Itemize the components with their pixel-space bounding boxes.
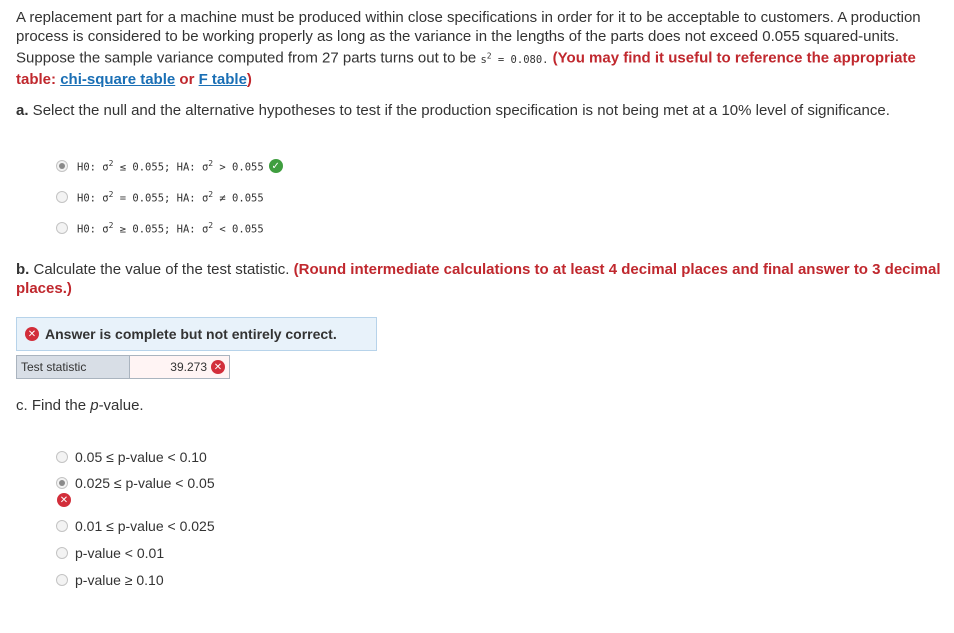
hypothesis-option-1[interactable]: H0: σ2 ≤ 0.055; HA: σ2 > 0.055 ✓ [56, 157, 283, 175]
hypothesis-label: H0: σ2 ≤ 0.055; HA: σ2 > 0.055 [77, 158, 264, 174]
problem-statement: A replacement part for a machine must be… [16, 9, 921, 88]
radio-button[interactable] [56, 547, 68, 559]
test-statistic-input[interactable]: 39.273 ✕ [130, 355, 230, 379]
hypothesis-option-3[interactable]: H0: σ2 ≥ 0.055; HA: σ2 < 0.055 [56, 219, 264, 237]
p-value-option-1[interactable]: 0.05 ≤ p-value < 0.10 [56, 448, 207, 466]
x-circle-icon: ✕ [25, 327, 39, 341]
test-statistic-label: Test statistic [16, 355, 130, 379]
radio-button[interactable] [56, 160, 68, 172]
hypothesis-label: H0: σ2 = 0.055; HA: σ2 ≠ 0.055 [77, 189, 264, 205]
radio-button[interactable] [56, 222, 68, 234]
p-value-option-2[interactable]: 0.025 ≤ p-value < 0.05 [56, 474, 215, 492]
radio-button[interactable] [56, 574, 68, 586]
p-value-option-5[interactable]: p-value ≥ 0.10 [56, 571, 164, 589]
p-value-option-label: 0.025 ≤ p-value < 0.05 [75, 475, 215, 491]
part-a-question: a. Select the null and the alternative h… [16, 102, 890, 119]
radio-button[interactable] [56, 477, 68, 489]
hypothesis-label: H0: σ2 ≥ 0.055; HA: σ2 < 0.055 [77, 220, 264, 236]
radio-button[interactable] [56, 451, 68, 463]
p-value-option-label: p-value ≥ 0.10 [75, 572, 164, 588]
p-value-option-label: p-value < 0.01 [75, 545, 165, 561]
check-circle-icon: ✓ [268, 159, 283, 173]
f-table-link[interactable]: F table [199, 71, 247, 88]
x-circle-icon: ✕ [211, 360, 225, 374]
p-value-option-label: 0.01 ≤ p-value < 0.025 [75, 518, 215, 534]
p-value-option-3[interactable]: 0.01 ≤ p-value < 0.025 [56, 517, 215, 535]
part-c-question: c. Find the p-value. [16, 397, 144, 414]
p-value-option-4[interactable]: p-value < 0.01 [56, 544, 164, 562]
answer-status-banner: ✕ Answer is complete but not entirely co… [16, 317, 377, 351]
radio-button[interactable] [56, 520, 68, 532]
chi-square-table-link[interactable]: chi-square table [60, 71, 175, 88]
part-b-question: b. Calculate the value of the test stati… [16, 261, 941, 297]
hypothesis-option-2[interactable]: H0: σ2 = 0.055; HA: σ2 ≠ 0.055 [56, 188, 264, 206]
x-circle-icon: ✕ [57, 493, 71, 507]
p-value-option-label: 0.05 ≤ p-value < 0.10 [75, 449, 207, 465]
radio-button[interactable] [56, 191, 68, 203]
